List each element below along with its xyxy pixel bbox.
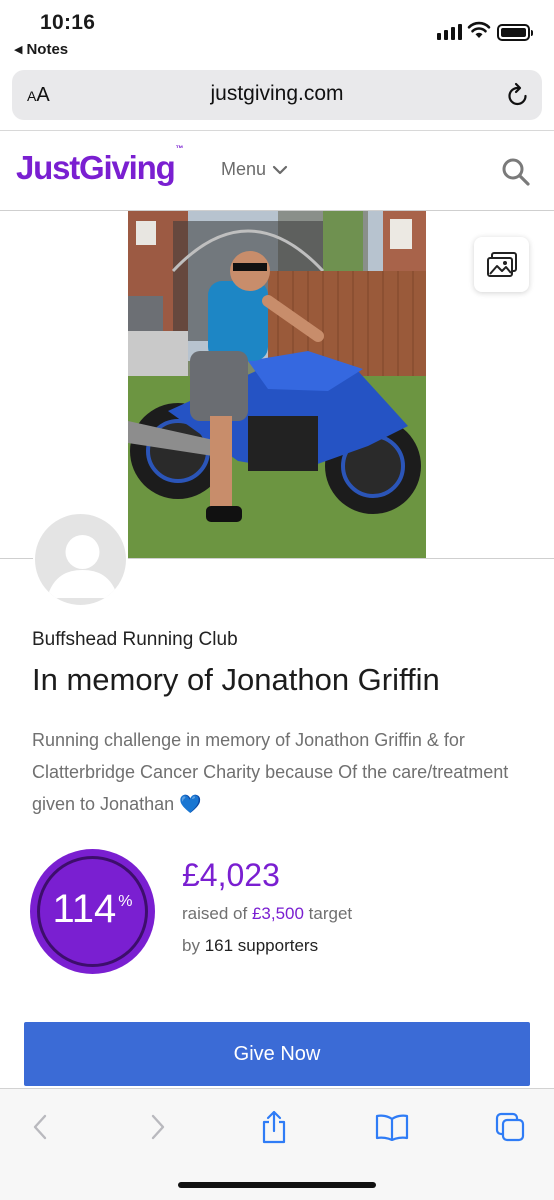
share-icon	[262, 1110, 286, 1144]
bookmarks-button[interactable]	[372, 1109, 412, 1145]
progress-percent: 114%	[52, 887, 133, 931]
progress-ring: 114%	[30, 849, 155, 974]
bookmarks-icon	[375, 1114, 409, 1141]
battery-icon	[497, 24, 533, 41]
gallery-button[interactable]	[474, 237, 529, 292]
target-line: raised of £3,500 target	[182, 904, 353, 923]
menu-label: Menu	[221, 159, 267, 179]
page-title: In memory of Jonathon Griffin	[32, 662, 440, 697]
page-description: Running challenge in memory of Jonathon …	[32, 730, 509, 814]
raised-amount: £4,023	[182, 857, 280, 893]
user-placeholder-icon	[47, 535, 118, 598]
site-header: JustGiving™ Menu	[0, 131, 554, 211]
organizer-name[interactable]: Buffshead Running Club	[32, 629, 238, 651]
target-amount: £3,500	[251, 904, 304, 923]
back-app-label: Notes	[26, 41, 69, 58]
signal-icon	[437, 24, 462, 40]
status-time: 10:16	[40, 11, 96, 34]
hero-photo-illustration	[128, 211, 426, 558]
tabs-button[interactable]	[490, 1109, 530, 1145]
give-now-button[interactable]: Give Now	[24, 1022, 530, 1086]
chevron-down-icon	[272, 165, 288, 174]
supporters-line: by 161 supporters	[182, 936, 319, 955]
address-bar[interactable]: AA justgiving.com	[12, 70, 542, 120]
supporters-count: 161 supporters	[204, 936, 319, 955]
gallery-icon	[486, 251, 517, 277]
back-arrow-icon	[33, 1114, 47, 1140]
reload-icon[interactable]	[506, 82, 530, 108]
back-triangle-icon: ◀	[14, 44, 23, 56]
forward-arrow-icon	[151, 1114, 165, 1140]
justgiving-logo[interactable]: JustGiving™	[16, 144, 184, 187]
home-indicator[interactable]	[178, 1182, 376, 1188]
forward-button[interactable]	[138, 1109, 178, 1145]
search-icon[interactable]	[501, 157, 531, 187]
url-text[interactable]: justgiving.com	[12, 82, 542, 106]
menu-button[interactable]: Menu	[221, 159, 288, 180]
avatar	[33, 512, 128, 607]
back-to-app-link[interactable]: ◀ Notes	[14, 41, 68, 58]
status-bar: 10:16 ◀ Notes	[0, 0, 554, 66]
back-button[interactable]	[20, 1109, 60, 1145]
wifi-icon	[467, 21, 491, 38]
tabs-icon	[495, 1112, 525, 1142]
hero-photo[interactable]	[128, 211, 426, 558]
share-button[interactable]	[254, 1109, 294, 1145]
